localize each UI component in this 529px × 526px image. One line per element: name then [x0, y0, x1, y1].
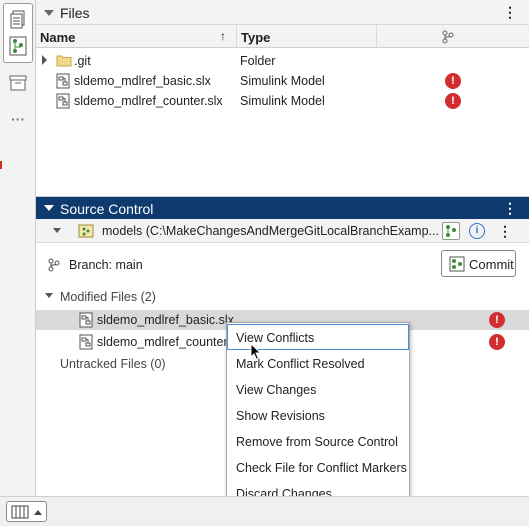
folder-icon [56, 55, 72, 67]
simulink-model-icon [79, 312, 93, 328]
files-panel-icon[interactable] [5, 7, 31, 33]
files-panel-header[interactable]: Files ⋮ [36, 0, 529, 25]
files-panel: Files ⋮ Name ↑ Type .git Folder sldemo_m… [36, 0, 529, 197]
modified-collapse-icon[interactable] [45, 293, 53, 298]
file-row[interactable]: sldemo_mdlref_counter.slx Simulink Model… [36, 91, 529, 111]
source-control-header[interactable]: Source Control ⋮ [36, 197, 529, 219]
chevron-up-icon [34, 510, 42, 515]
repository-options-icon[interactable]: ⋮ [498, 223, 512, 239]
simulink-model-icon [56, 73, 70, 89]
side-error-marker [0, 161, 2, 169]
source-control-view-icon[interactable] [442, 222, 460, 240]
simulink-model-icon [79, 334, 93, 350]
commit-button[interactable]: Commit [441, 250, 516, 277]
column-header-status[interactable] [377, 25, 529, 48]
branch-icon [48, 258, 60, 272]
layout-button[interactable] [6, 501, 47, 522]
archive-icon[interactable] [5, 70, 31, 96]
expand-icon[interactable] [42, 55, 47, 65]
column-header-type[interactable]: Type [237, 25, 377, 48]
collapse-icon[interactable] [44, 205, 54, 211]
repository-icon [78, 224, 94, 238]
repository-row[interactable]: models (C:\MakeChangesAndMergeGitLocalBr… [36, 219, 529, 243]
modified-files-header[interactable]: Modified Files (2) [60, 290, 156, 304]
file-row[interactable]: .git Folder [36, 51, 529, 71]
collapse-icon[interactable] [44, 10, 54, 16]
column-header-name[interactable]: Name ↑ [36, 25, 237, 48]
sort-ascending-icon: ↑ [220, 29, 226, 43]
files-panel-title: Files [60, 5, 90, 21]
file-row[interactable]: sldemo_mdlref_basic.slx Simulink Model ! [36, 71, 529, 91]
file-type: Folder [240, 54, 276, 68]
menu-item-view-changes[interactable]: View Changes [227, 376, 409, 402]
mouse-cursor-icon [250, 343, 262, 361]
conflict-error-icon: ! [489, 312, 505, 328]
conflict-error-icon: ! [445, 93, 461, 109]
branch-label: Branch: main [69, 258, 143, 272]
simulink-model-icon [56, 93, 70, 109]
untracked-files-header[interactable]: Untracked Files (0) [60, 357, 166, 371]
column-header-type-label: Type [241, 30, 271, 45]
commit-icon [449, 256, 465, 272]
modified-file-name: sldemo_mdlref_basic.slx [97, 313, 234, 327]
more-icon[interactable]: ··· [5, 106, 31, 132]
file-name: sldemo_mdlref_counter.slx [74, 94, 223, 108]
repo-collapse-icon[interactable] [53, 228, 61, 233]
file-type: Simulink Model [240, 74, 325, 88]
menu-item-remove-from-source-control[interactable]: Remove from Source Control [227, 428, 409, 454]
bottom-bar [0, 496, 529, 526]
source-control-panel-icon[interactable] [5, 33, 31, 59]
source-control-title: Source Control [60, 201, 154, 217]
file-name: .git [74, 54, 91, 68]
layout-columns-icon [11, 505, 29, 519]
menu-item-show-revisions[interactable]: Show Revisions [227, 402, 409, 428]
commit-button-label: Commit [469, 257, 514, 272]
source-control-options-icon[interactable]: ⋮ [503, 200, 517, 216]
branch-icon [442, 30, 454, 44]
conflict-error-icon: ! [445, 73, 461, 89]
file-name: sldemo_mdlref_basic.slx [74, 74, 211, 88]
left-toolbar: ··· [0, 0, 36, 496]
repository-path: models (C:\MakeChangesAndMergeGitLocalBr… [102, 224, 439, 238]
column-header-name-label: Name [40, 30, 76, 45]
modified-file-name: sldemo_mdlref_counter.s [97, 335, 237, 349]
file-type: Simulink Model [240, 94, 325, 108]
files-options-icon[interactable]: ⋮ [503, 4, 517, 20]
conflict-error-icon: ! [489, 334, 505, 350]
menu-item-check-conflict-markers[interactable]: Check File for Conflict Markers [227, 454, 409, 480]
info-icon[interactable]: i [469, 223, 485, 239]
